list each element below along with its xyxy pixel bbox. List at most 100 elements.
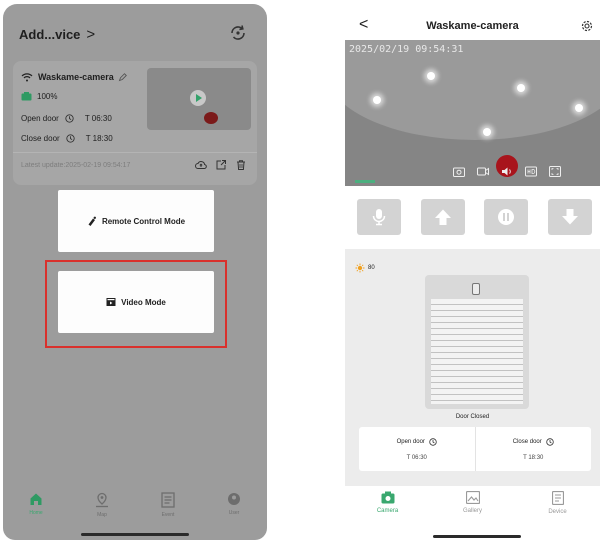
tab-map[interactable]: Map <box>77 492 127 532</box>
pan-up-button[interactable] <box>421 199 465 235</box>
open-door-schedule-text: Open door <box>396 438 425 445</box>
thumbnail-object <box>204 112 218 124</box>
tab-user-label: User <box>228 510 240 516</box>
arrow-up-icon <box>435 209 451 225</box>
record-icon[interactable] <box>477 166 489 177</box>
tab-map-label: Map <box>97 512 107 518</box>
door-status-panel: 80 Door Closed Open door T 06:30 Close d… <box>345 249 600 486</box>
card-divider <box>13 152 257 153</box>
ceiling-light <box>427 72 435 80</box>
share-icon[interactable] <box>215 159 227 171</box>
cloud-upload-icon[interactable] <box>195 159 207 171</box>
close-door-time: T 18:30 <box>85 134 113 143</box>
ceiling-light <box>373 96 381 104</box>
video-mode-highlight <box>45 260 227 348</box>
tab-camera[interactable]: Camera <box>363 491 413 531</box>
device-card[interactable]: Waskame-camera 100% Open door T 06:30 Cl… <box>13 61 257 185</box>
pause-button[interactable] <box>484 199 528 235</box>
snapshot-icon[interactable] <box>453 166 465 177</box>
home-header: Add...vice > <box>3 4 267 64</box>
clock-icon <box>429 437 437 446</box>
camera-screen: < Waskame-camera 2025/02/19 09:54:31 80 … <box>345 4 600 540</box>
camera-scene <box>345 40 600 140</box>
device-name: Waskame-camera <box>38 72 114 82</box>
pause-icon <box>498 209 514 225</box>
open-door-schedule-label: Open door <box>396 437 437 446</box>
tab-user[interactable]: User <box>209 492 259 532</box>
camera-tab-bar: Camera Gallery Device <box>345 491 600 531</box>
tab-device[interactable]: Device <box>533 491 583 531</box>
door-illustration <box>425 275 529 409</box>
latest-update: Latest update:2025-02-19 09:54:17 <box>21 162 131 169</box>
camera-icon <box>381 491 394 504</box>
device-name-row: Waskame-camera <box>21 72 132 82</box>
remote-control-icon <box>88 216 96 226</box>
microphone-button[interactable] <box>357 199 401 235</box>
home-screen: Add...vice > Waskame-camera 100% Open do… <box>3 4 267 540</box>
light-sensor: 80 <box>355 263 375 273</box>
card-actions <box>195 159 247 171</box>
home-indicator <box>81 533 189 536</box>
home-icon <box>30 493 42 505</box>
play-icon[interactable] <box>190 90 206 106</box>
close-door-label: Close door <box>21 134 60 143</box>
sun-icon <box>355 263 365 273</box>
camera-timestamp: 2025/02/19 09:54:31 <box>349 44 464 55</box>
user-icon <box>228 493 240 505</box>
view-indicator <box>355 180 375 183</box>
door-handle-icon <box>472 283 480 295</box>
refresh-icon[interactable] <box>227 22 249 44</box>
close-door-schedule-text: Close door <box>512 438 542 445</box>
battery-level: 100% <box>37 92 58 101</box>
open-door-label: Open door <box>21 114 59 123</box>
clock-icon <box>546 437 554 446</box>
map-icon <box>96 492 108 508</box>
door-slats <box>431 299 523 404</box>
open-door-schedule-time: T 06:30 <box>406 454 427 461</box>
camera-controls <box>453 166 561 177</box>
ceiling-light <box>517 84 525 92</box>
close-door-schedule[interactable]: Close door T 18:30 <box>474 427 592 471</box>
edit-icon[interactable] <box>118 72 127 82</box>
close-door-schedule-label: Close door <box>512 437 554 446</box>
clock-icon <box>66 134 75 143</box>
clock-icon <box>65 114 74 123</box>
tab-gallery[interactable]: Gallery <box>448 491 498 531</box>
remote-control-mode-label: Remote Control Mode <box>101 216 186 226</box>
gallery-icon <box>465 491 480 504</box>
light-value: 80 <box>368 265 375 271</box>
speaker-icon[interactable] <box>501 166 513 177</box>
camera-title: Waskame-camera <box>426 20 519 32</box>
close-door-row: Close door T 18:30 <box>21 134 113 143</box>
open-door-row: Open door T 06:30 <box>21 114 112 123</box>
chevron-right-icon[interactable]: > <box>86 26 95 43</box>
fullscreen-icon[interactable] <box>549 166 561 177</box>
ceiling-light <box>483 128 491 136</box>
gear-icon[interactable] <box>580 19 594 33</box>
door-status-text: Door Closed <box>455 414 490 420</box>
battery-row: 100% <box>21 92 57 101</box>
tab-event[interactable]: Event <box>143 492 193 532</box>
camera-header: < Waskame-camera <box>345 4 600 44</box>
door-schedule: Open door T 06:30 Close door T 18:30 <box>359 427 591 471</box>
camera-live-view[interactable]: 2025/02/19 09:54:31 <box>345 40 600 186</box>
tab-gallery-label: Gallery <box>462 508 482 514</box>
hd-quality-icon[interactable] <box>525 166 537 177</box>
event-icon <box>161 492 175 508</box>
camera-thumbnail[interactable] <box>147 68 251 130</box>
open-door-time: T 06:30 <box>84 114 112 123</box>
tab-event-label: Event <box>161 512 175 518</box>
add-device-title[interactable]: Add...vice <box>19 27 80 42</box>
open-door-schedule[interactable]: Open door T 06:30 <box>359 427 475 471</box>
tab-home[interactable]: Home <box>11 492 61 532</box>
battery-icon <box>21 92 32 101</box>
remote-control-mode-button[interactable]: Remote Control Mode <box>58 190 214 252</box>
tab-camera-label: Camera <box>376 508 399 514</box>
close-door-schedule-time: T 18:30 <box>523 454 544 461</box>
wifi-icon <box>21 73 33 82</box>
delete-icon[interactable] <box>235 159 247 171</box>
tab-home-label: Home <box>29 510 43 516</box>
arrow-down-icon <box>562 209 578 225</box>
pan-down-button[interactable] <box>548 199 592 235</box>
home-indicator <box>433 535 521 538</box>
